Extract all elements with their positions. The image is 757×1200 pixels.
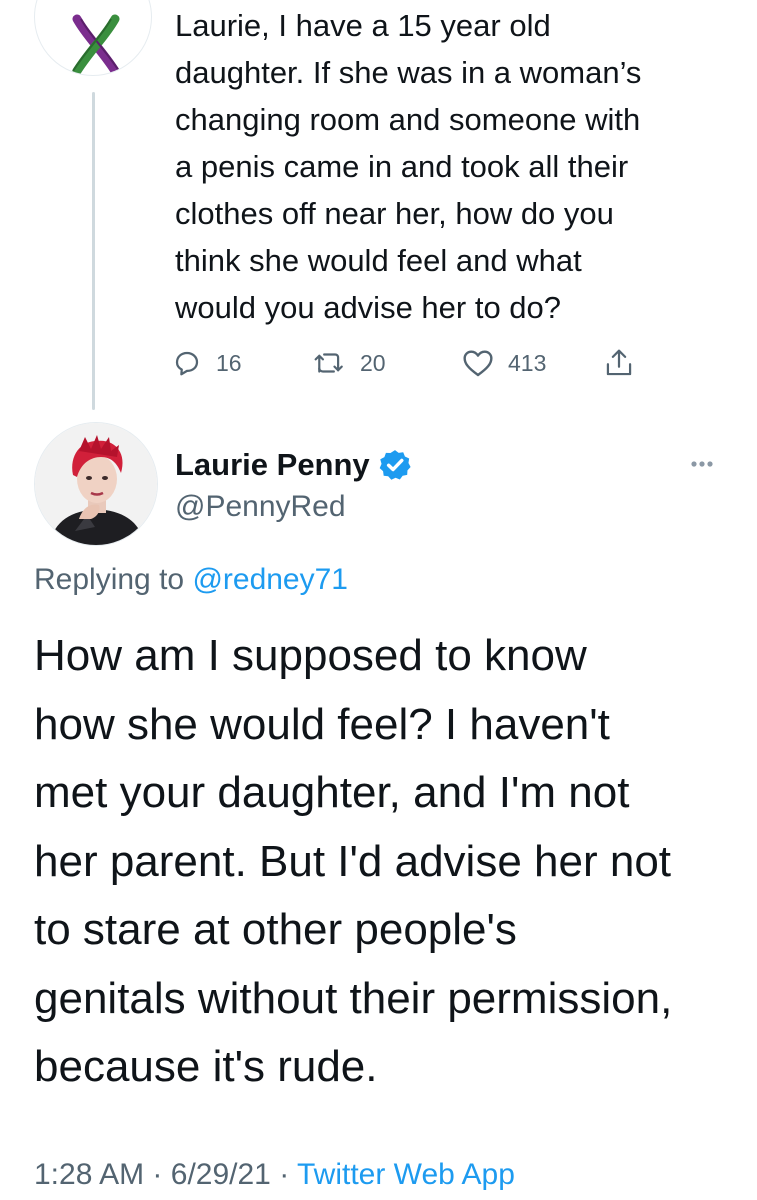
reply-count: 16 (216, 349, 242, 376)
reply-button[interactable]: 16 (172, 338, 242, 388)
profile-photo-icon (35, 423, 157, 545)
parent-avatar[interactable] (34, 0, 152, 76)
author-avatar[interactable] (34, 422, 158, 546)
parent-tweet-text: Laurie, I have a 15 year old daughter. I… (175, 8, 642, 325)
share-icon (606, 349, 632, 376)
replying-to-mention[interactable]: @redney71 (192, 563, 348, 596)
replying-to-prefix: Replying to (34, 563, 193, 596)
heart-icon (463, 350, 493, 377)
tweet-text: How am I supposed to know how she would … (34, 631, 673, 1091)
replying-to: Replying to @redney71 (34, 563, 348, 597)
author-name[interactable]: Laurie Penny (175, 447, 370, 483)
author-name-row[interactable]: Laurie Penny (175, 443, 412, 487)
verified-badge-icon (379, 450, 411, 480)
meta-separator: · (279, 1158, 290, 1191)
retweet-count: 20 (360, 349, 386, 376)
retweet-button[interactable]: 20 (312, 338, 386, 388)
tweet-meta: 1:28 AM · 6/29/21 · Twitter Web App (34, 1158, 515, 1192)
thread-line (92, 92, 95, 410)
tweet-time[interactable]: 1:28 AM (34, 1158, 144, 1191)
author-handle[interactable]: @PennyRed (175, 490, 346, 524)
parent-tweet-actions: 16 20 413 (172, 338, 652, 388)
retweet-icon (314, 353, 343, 373)
reply-icon (175, 351, 199, 376)
meta-separator: · (152, 1158, 163, 1191)
share-button[interactable] (604, 338, 634, 388)
suffragette-ribbon-icon (72, 14, 120, 75)
tweet-source[interactable]: Twitter Web App (297, 1158, 515, 1191)
like-button[interactable]: 413 (462, 338, 546, 388)
more-options-icon[interactable] (682, 452, 722, 476)
tweet-date[interactable]: 6/29/21 (171, 1158, 271, 1191)
like-count: 413 (508, 349, 547, 376)
